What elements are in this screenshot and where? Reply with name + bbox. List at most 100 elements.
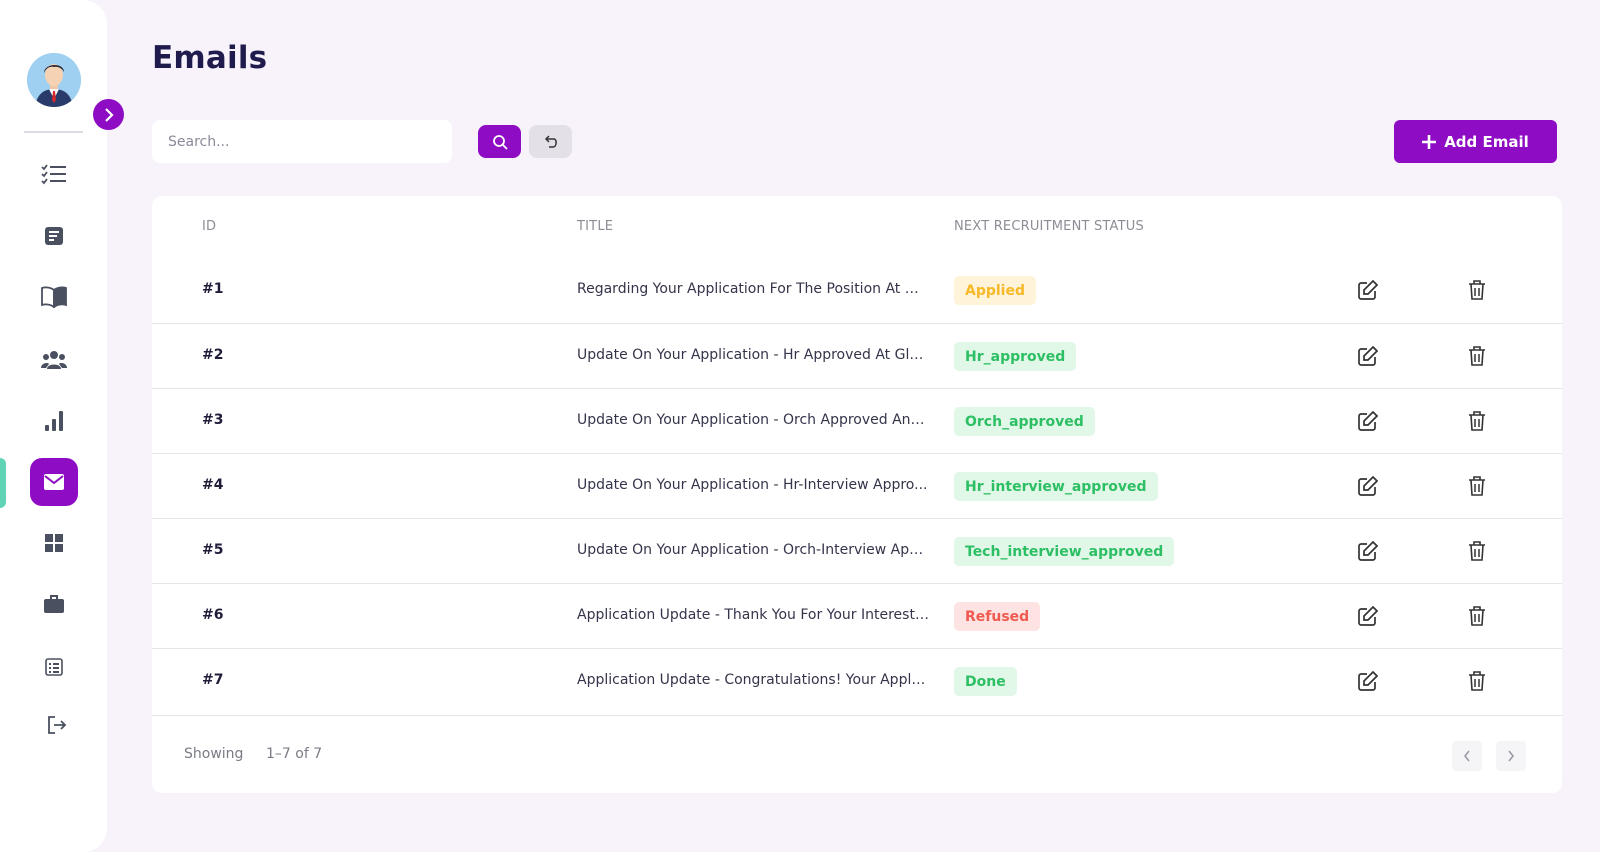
sidebar-item-list[interactable] bbox=[30, 643, 78, 691]
status-badge: Tech_interview_approved bbox=[954, 537, 1175, 566]
table-row[interactable]: #3 Update On Your Application - Orch Appr… bbox=[152, 388, 1562, 453]
sidebar-divider bbox=[24, 131, 83, 133]
sidebar-item-stats[interactable] bbox=[30, 397, 78, 445]
undo-icon bbox=[544, 134, 557, 148]
avatar-icon bbox=[27, 53, 81, 107]
note-icon bbox=[45, 227, 63, 245]
status-badge: Applied bbox=[954, 276, 1036, 305]
sidebar-item-notes[interactable] bbox=[30, 212, 78, 260]
sidebar-item-emails[interactable] bbox=[30, 458, 78, 506]
email-id: #4 bbox=[202, 477, 224, 493]
trash-icon bbox=[1469, 411, 1485, 431]
table-header: ID TITLE NEXT RECRUITMENT STATUS bbox=[152, 196, 1562, 258]
email-title: Application Update - Thank You For Your … bbox=[577, 607, 929, 623]
chevron-right-icon bbox=[104, 107, 114, 122]
edit-button[interactable] bbox=[1356, 474, 1380, 498]
search-button[interactable] bbox=[478, 125, 521, 158]
sidebar-item-jobs[interactable] bbox=[30, 580, 78, 628]
emails-table: ID TITLE NEXT RECRUITMENT STATUS #1 Regar… bbox=[152, 196, 1562, 793]
status-badge: Refused bbox=[954, 602, 1041, 631]
reset-button[interactable] bbox=[529, 125, 572, 158]
status-badge: Done bbox=[954, 667, 1017, 696]
sidebar-item-tasks[interactable] bbox=[30, 151, 78, 199]
email-id: #1 bbox=[202, 281, 224, 297]
people-icon bbox=[41, 351, 67, 369]
delete-button[interactable] bbox=[1465, 474, 1489, 498]
trash-icon bbox=[1469, 541, 1485, 561]
table-row[interactable]: #6 Application Update - Thank You For You… bbox=[152, 583, 1562, 648]
edit-icon bbox=[1358, 606, 1378, 626]
edit-button[interactable] bbox=[1356, 604, 1380, 628]
sidebar-item-dashboard[interactable] bbox=[30, 519, 78, 567]
edit-button[interactable] bbox=[1356, 278, 1380, 302]
next-page-button[interactable] bbox=[1496, 741, 1526, 771]
logout-icon bbox=[48, 716, 67, 734]
status-badge: Hr_approved bbox=[954, 342, 1077, 371]
add-email-button[interactable]: Add Email bbox=[1394, 120, 1557, 163]
table-row[interactable]: #5 Update On Your Application - Orch-Inte… bbox=[152, 518, 1562, 583]
status-badge: Hr_interview_approved bbox=[954, 472, 1158, 501]
status-badge: Orch_approved bbox=[954, 407, 1095, 436]
trash-icon bbox=[1469, 280, 1485, 300]
trash-icon bbox=[1469, 671, 1485, 691]
trash-icon bbox=[1469, 606, 1485, 626]
sidebar-item-docs[interactable] bbox=[30, 273, 78, 321]
email-title: Update On Your Application - Hr-Intervie… bbox=[577, 477, 928, 493]
pagination-showing-label: Showing bbox=[184, 746, 244, 762]
sidebar-item-team[interactable] bbox=[30, 336, 78, 384]
prev-page-button[interactable] bbox=[1452, 741, 1482, 771]
delete-button[interactable] bbox=[1465, 669, 1489, 693]
list-icon bbox=[45, 658, 63, 676]
checklist-icon bbox=[41, 164, 66, 185]
email-id: #6 bbox=[202, 607, 224, 623]
edit-icon bbox=[1358, 541, 1378, 561]
column-header-status: NEXT RECRUITMENT STATUS bbox=[954, 219, 1144, 234]
page-title: Emails bbox=[152, 40, 268, 76]
book-icon bbox=[41, 286, 67, 308]
edit-button[interactable] bbox=[1356, 409, 1380, 433]
sidebar-item-logout[interactable] bbox=[33, 701, 81, 749]
email-id: #7 bbox=[202, 672, 224, 688]
delete-button[interactable] bbox=[1465, 539, 1489, 563]
edit-icon bbox=[1358, 671, 1378, 691]
email-title: Update On Your Application - Orch-Interv… bbox=[577, 542, 929, 558]
email-title: Update On Your Application - Orch Approv… bbox=[577, 412, 929, 428]
trash-icon bbox=[1469, 346, 1485, 366]
briefcase-icon bbox=[44, 595, 64, 613]
email-id: #2 bbox=[202, 347, 224, 363]
plus-icon bbox=[1422, 134, 1437, 149]
search-icon bbox=[492, 134, 508, 150]
sidebar bbox=[0, 0, 107, 852]
pagination-range: 1–7 of 7 bbox=[266, 746, 323, 762]
delete-button[interactable] bbox=[1465, 344, 1489, 368]
email-id: #3 bbox=[202, 412, 224, 428]
grid-icon bbox=[45, 534, 63, 552]
table-row[interactable]: #7 Application Update - Congratulations! … bbox=[152, 648, 1562, 713]
sidebar-toggle-button[interactable] bbox=[93, 99, 124, 130]
column-header-title: TITLE bbox=[577, 219, 614, 234]
chevron-left-icon bbox=[1463, 750, 1470, 762]
delete-button[interactable] bbox=[1465, 278, 1489, 302]
edit-icon bbox=[1358, 346, 1378, 366]
edit-button[interactable] bbox=[1356, 344, 1380, 368]
table-footer-divider bbox=[152, 715, 1562, 716]
email-title: Update On Your Application - Hr Approved… bbox=[577, 347, 929, 363]
active-indicator bbox=[0, 458, 6, 508]
delete-button[interactable] bbox=[1465, 409, 1489, 433]
delete-button[interactable] bbox=[1465, 604, 1489, 628]
edit-button[interactable] bbox=[1356, 669, 1380, 693]
edit-button[interactable] bbox=[1356, 539, 1380, 563]
mail-icon bbox=[44, 474, 64, 490]
table-row[interactable]: #2 Update On Your Application - Hr Approv… bbox=[152, 323, 1562, 388]
trash-icon bbox=[1469, 476, 1485, 496]
column-header-id: ID bbox=[202, 219, 217, 234]
table-row[interactable]: #4 Update On Your Application - Hr-Interv… bbox=[152, 453, 1562, 518]
search-input[interactable] bbox=[152, 120, 452, 163]
table-row[interactable]: #1 Regarding Your Application For The Pos… bbox=[152, 258, 1562, 323]
bar-chart-icon bbox=[45, 411, 63, 431]
email-id: #5 bbox=[202, 542, 224, 558]
edit-icon bbox=[1358, 280, 1378, 300]
email-title: Regarding Your Application For The Posit… bbox=[577, 281, 929, 297]
user-avatar[interactable] bbox=[27, 53, 81, 107]
edit-icon bbox=[1358, 476, 1378, 496]
